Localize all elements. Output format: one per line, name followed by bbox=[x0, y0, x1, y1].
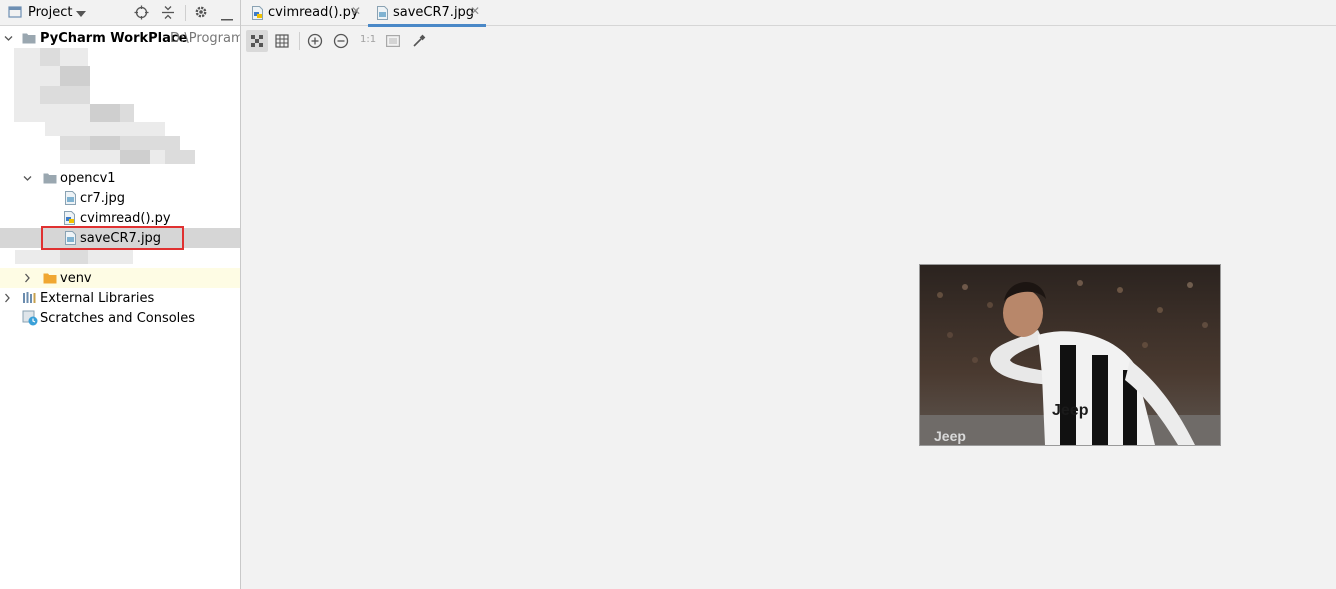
fit-zoom-icon bbox=[386, 35, 400, 47]
tree-row-venv[interactable]: venv bbox=[0, 268, 240, 288]
zoom-out-icon bbox=[333, 33, 349, 49]
chessboard-toggle-button[interactable] bbox=[246, 30, 268, 52]
tree-row-root[interactable]: PyCharm WorkPlace D:\Program\ bbox=[0, 28, 240, 48]
scratches-icon bbox=[22, 310, 38, 326]
folder-icon bbox=[43, 273, 57, 284]
tree-row-cvimread-py[interactable]: cvimread().py bbox=[0, 208, 240, 228]
python-file-icon bbox=[252, 6, 263, 20]
actual-size-button[interactable]: 1:1 bbox=[360, 34, 376, 45]
chevron-down-icon[interactable] bbox=[23, 174, 32, 183]
tree-row-opencv1[interactable]: opencv1 bbox=[0, 168, 240, 188]
file-name: cvimread().py bbox=[80, 211, 171, 226]
file-name: cr7.jpg bbox=[80, 191, 126, 206]
chevron-down-icon[interactable] bbox=[76, 11, 86, 17]
toolbar-separator bbox=[299, 32, 300, 50]
folder-icon bbox=[43, 173, 57, 184]
scratches-label: Scratches and Consoles bbox=[40, 311, 196, 326]
gear-icon[interactable] bbox=[194, 5, 208, 23]
eyedropper-icon bbox=[413, 34, 426, 47]
chevron-right-icon[interactable] bbox=[23, 273, 32, 283]
project-header: Project bbox=[0, 0, 240, 26]
tab-savecr7-jpg[interactable]: saveCR7.jpg ✕ bbox=[368, 0, 486, 27]
project-title[interactable]: Project bbox=[28, 5, 72, 20]
zoom-in-icon bbox=[307, 33, 323, 49]
folder-name: opencv1 bbox=[60, 171, 116, 186]
image-preview: Jeep Jeep bbox=[919, 264, 1221, 446]
tree-row-cr7-jpg[interactable]: cr7.jpg bbox=[0, 188, 240, 208]
zoom-in-button[interactable] bbox=[304, 30, 326, 52]
grid-toggle-button[interactable] bbox=[271, 30, 293, 52]
folder-icon bbox=[22, 33, 36, 44]
chevron-right-icon[interactable] bbox=[3, 293, 12, 303]
header-separator bbox=[185, 5, 186, 21]
color-picker-button[interactable] bbox=[408, 30, 430, 52]
close-icon[interactable]: ✕ bbox=[470, 4, 480, 18]
project-panel: Project PyCharm WorkPlace D:\Program\ op… bbox=[0, 0, 241, 589]
image-viewer-toolbar: 1:1 bbox=[241, 27, 1336, 55]
library-icon bbox=[23, 292, 36, 303]
svg-text:Jeep: Jeep bbox=[1052, 402, 1089, 419]
project-root-name: PyCharm WorkPlace bbox=[40, 31, 188, 46]
python-file-icon bbox=[64, 211, 75, 225]
tab-label: cvimread().py bbox=[268, 5, 359, 20]
locate-file-icon[interactable] bbox=[134, 5, 149, 24]
tab-label: saveCR7.jpg bbox=[393, 5, 475, 20]
grid-icon bbox=[275, 34, 289, 48]
project-window-icon bbox=[8, 5, 22, 23]
tab-cvimread-py[interactable]: cvimread().py ✕ bbox=[245, 0, 363, 26]
image-file-icon bbox=[377, 6, 388, 20]
fit-zoom-button[interactable] bbox=[382, 30, 404, 52]
chevron-down-icon[interactable] bbox=[4, 34, 13, 43]
tree-row-scratches[interactable]: Scratches and Consoles bbox=[0, 308, 240, 328]
tree-row-external-libraries[interactable]: External Libraries bbox=[0, 288, 240, 308]
project-root-path: D:\Program\ bbox=[170, 31, 241, 46]
zoom-out-button[interactable] bbox=[330, 30, 352, 52]
football-player-photo: Jeep Jeep bbox=[920, 265, 1220, 445]
collapse-all-icon[interactable] bbox=[161, 5, 175, 24]
minimize-icon[interactable] bbox=[221, 11, 233, 26]
image-file-icon bbox=[65, 191, 76, 205]
external-libraries-label: External Libraries bbox=[40, 291, 155, 306]
close-icon[interactable]: ✕ bbox=[351, 4, 361, 18]
editor-tab-bar: cvimread().py ✕ saveCR7.jpg ✕ bbox=[241, 0, 1336, 27]
svg-text:Jeep: Jeep bbox=[934, 428, 966, 444]
highlight-annotation-box bbox=[41, 226, 184, 250]
folder-name: venv bbox=[60, 271, 92, 286]
chessboard-icon bbox=[251, 35, 263, 47]
